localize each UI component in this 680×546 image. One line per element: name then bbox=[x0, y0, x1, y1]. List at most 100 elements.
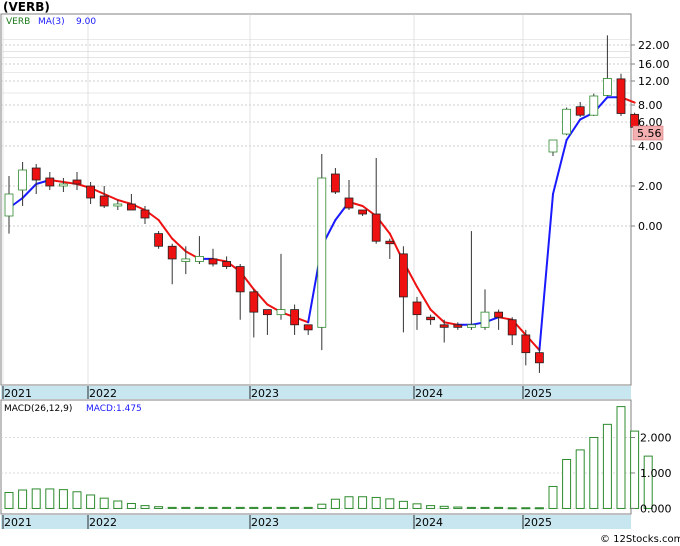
price-year-label: 2024 bbox=[415, 387, 443, 400]
candle-body-down bbox=[426, 316, 436, 321]
candle-body-up bbox=[4, 193, 14, 217]
macd-bar bbox=[303, 506, 313, 509]
macd-bar bbox=[167, 506, 177, 509]
price-year-label: 2023 bbox=[251, 387, 279, 400]
candle-body-up bbox=[194, 255, 204, 262]
macd-bar bbox=[18, 489, 28, 509]
chart-title: (VERB) bbox=[3, 0, 50, 14]
candle-body-down bbox=[330, 173, 340, 193]
price-tick-label: 22.00 bbox=[638, 39, 670, 52]
macd-bar bbox=[412, 503, 422, 509]
candle-body-down bbox=[86, 185, 95, 199]
macd-bar bbox=[480, 506, 490, 509]
candle-body-down bbox=[127, 203, 136, 211]
candle-body-up bbox=[562, 108, 571, 135]
macd-bar bbox=[630, 430, 640, 509]
candle-body-down bbox=[290, 309, 300, 326]
macd-bar bbox=[344, 496, 354, 509]
price-tick-label: 0.00 bbox=[638, 220, 663, 233]
macd-bar bbox=[208, 506, 218, 509]
price-tick-label: 12.00 bbox=[638, 75, 670, 88]
candle bbox=[317, 154, 327, 351]
macd-bar bbox=[453, 506, 463, 509]
candle-body-up bbox=[480, 311, 490, 328]
macd-bar bbox=[534, 507, 544, 510]
macd-bar bbox=[575, 449, 585, 509]
macd-bar bbox=[426, 505, 436, 509]
candle-body-down bbox=[140, 209, 150, 219]
macd-legend-label: MACD(26,12,9) bbox=[4, 404, 72, 414]
candle-body-down bbox=[398, 253, 408, 298]
candle-body-down bbox=[167, 245, 177, 260]
macd-bar bbox=[72, 491, 82, 509]
macd-bar bbox=[194, 506, 204, 509]
macd-bar bbox=[602, 423, 612, 509]
copyright: © 12Stocks.com bbox=[600, 534, 680, 545]
macd-tick-label: 2.000 bbox=[640, 431, 672, 444]
candle-body-down bbox=[385, 240, 395, 245]
stock-chart: (VERB) 22.0016.0012.008.006.004.002.000.… bbox=[0, 0, 680, 545]
candle-body-down bbox=[494, 311, 504, 318]
candle bbox=[589, 93, 599, 117]
price-tick-label: 2.00 bbox=[638, 180, 663, 193]
macd-bar bbox=[99, 497, 109, 509]
macd-bar bbox=[45, 488, 55, 509]
candle-body-up bbox=[276, 309, 286, 316]
candle-body-up bbox=[59, 183, 68, 187]
macd-bar bbox=[330, 498, 340, 509]
candle-body-up bbox=[603, 78, 612, 96]
legend-ma-value: 9.00 bbox=[76, 17, 96, 27]
macd-bar bbox=[262, 506, 272, 509]
candle-body-down bbox=[72, 179, 82, 185]
candle-body-down bbox=[371, 213, 381, 242]
macd-bar bbox=[616, 406, 626, 509]
candle-body-down bbox=[412, 301, 422, 316]
macd-bar bbox=[249, 506, 259, 509]
candle-body-up bbox=[181, 258, 191, 262]
macd-bar bbox=[276, 506, 286, 509]
candle-body-down bbox=[45, 177, 55, 187]
macd-bar bbox=[548, 485, 558, 509]
price-tick-label: 16.00 bbox=[638, 58, 670, 71]
macd-year-label: 2021 bbox=[4, 516, 32, 529]
candle bbox=[562, 107, 571, 136]
candle-body-up bbox=[113, 203, 123, 207]
candle-body-up bbox=[466, 324, 476, 328]
macd-bar bbox=[494, 506, 504, 509]
macd-bar bbox=[140, 505, 150, 509]
macd-bar bbox=[398, 500, 408, 509]
macd-bar bbox=[466, 506, 476, 509]
macd-bar bbox=[507, 507, 517, 510]
candle-body-up bbox=[317, 177, 327, 328]
candle-body-down bbox=[99, 195, 109, 207]
candle-body-up bbox=[548, 139, 558, 153]
macd-bar bbox=[126, 502, 136, 509]
price-tick-label: 4.00 bbox=[638, 140, 663, 153]
price-year-label: 2022 bbox=[89, 387, 117, 400]
macd-bar bbox=[562, 458, 572, 509]
macd-bar bbox=[4, 491, 14, 509]
candle-body-down bbox=[303, 324, 313, 331]
macd-bar bbox=[439, 505, 449, 509]
candle bbox=[154, 231, 164, 249]
candle-body-down bbox=[630, 113, 639, 128]
candle-body-down bbox=[439, 324, 449, 328]
macd-year-label: 2024 bbox=[415, 516, 443, 529]
macd-year-label: 2023 bbox=[251, 516, 279, 529]
candle-body-down bbox=[616, 78, 626, 114]
macd-year-label: 2022 bbox=[89, 516, 117, 529]
candle-body-down bbox=[453, 324, 463, 328]
macd-tick-label: 0.000 bbox=[640, 502, 672, 515]
macd-panel bbox=[0, 399, 632, 515]
macd-bar bbox=[154, 506, 164, 509]
macd-bar bbox=[317, 503, 327, 509]
legend-ma-label: MA(3) bbox=[38, 17, 65, 27]
candle-body-down bbox=[575, 106, 585, 116]
price-tick-label: 8.00 bbox=[638, 99, 663, 112]
macd-bar bbox=[58, 489, 68, 509]
price-year-label: 2021 bbox=[4, 387, 32, 400]
macd-bar bbox=[31, 488, 41, 509]
candle-body-down bbox=[358, 209, 368, 215]
candle-body-down bbox=[154, 233, 164, 247]
legend-symbol: VERB bbox=[6, 17, 30, 27]
